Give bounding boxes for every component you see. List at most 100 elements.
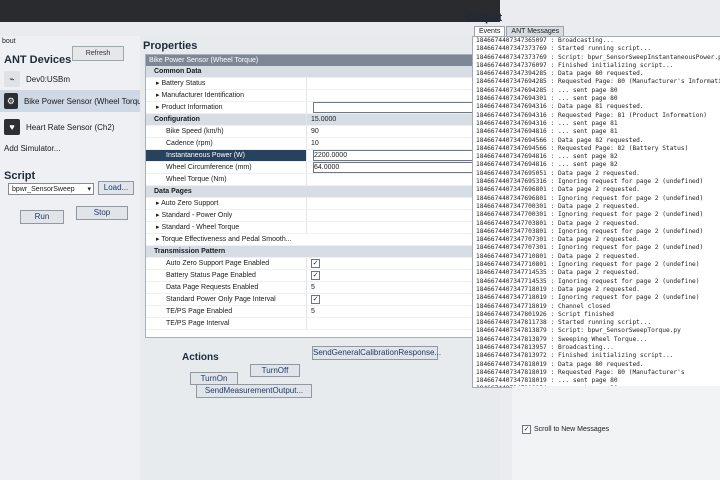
device-label: Dev0:USBm [26,74,71,84]
prop-std-power-only[interactable]: ▸ Standard - Power Only [146,210,494,222]
log-line: 1846674407347710801 : Ignoring request f… [476,261,700,269]
script-title: Script [4,170,36,182]
properties-title: Properties [143,40,198,52]
log-line: 1846674407347710801 : Data page 2 reques… [476,252,640,260]
log-line: 1846674407347696801 : Ignoring request f… [476,194,704,202]
log-line: 1846674407347714535 : Ignoring request f… [476,277,700,285]
property-grid-header: Bike Power Sensor (Wheel Torque) [146,55,494,66]
category-data-pages[interactable]: Data Pages [146,186,494,198]
prop-battery-status[interactable]: ▸ Battery Status [146,78,494,90]
tab-events[interactable]: Events [474,26,506,36]
prop-auto-zero-page[interactable]: Auto Zero Support Page Enabled ✓ [146,258,494,270]
category-transmission-pattern[interactable]: Transmission Pattern [146,246,494,258]
log-line: 1846674407347365097 : Broadcasting... [476,37,614,44]
prop-teps-interval[interactable]: TE/PS Page Interval [146,318,494,330]
log-line: 1846674407347707301 : Ignoring request f… [476,244,704,252]
script-select-value: bpwr_SensorSweep [12,186,75,193]
log-line: 1846674407347707301 : Data page 2 reques… [476,236,640,244]
instantaneous-power-input[interactable]: 2200.0000 [313,150,492,161]
prop-torque-effectiveness[interactable]: ▸ Torque Effectiveness and Pedal Smooth.… [146,234,494,246]
log-line: 1846674407347811738 : Started running sc… [476,319,652,327]
send-measurement-button[interactable]: SendMeasurementOutput... [196,384,312,398]
turn-off-button[interactable]: TurnOff [250,364,300,377]
prop-std-power-interval[interactable]: Standard Power Only Page Interval ✓ [146,294,494,306]
prop-bike-speed[interactable]: Bike Speed (km/h) 90 [146,126,494,138]
scroll-label: Scroll to New Messages [534,426,610,433]
log-line: 1846674407347694301 : ... sent page 80 [476,95,618,103]
log-line: 1846674407347714535 : Data page 2 reques… [476,269,640,277]
log-line: 1846674407347694566 : Data page 82 reque… [476,136,644,144]
category-common-data[interactable]: Common Data [146,66,494,78]
log-line: 1846674407347813879 : Script: bpwr_Senso… [476,327,681,335]
log-line: 1846674407347373769 : Script: bpwr_Senso… [476,53,720,61]
auto-zero-page-checkbox[interactable]: ✓ [311,258,320,268]
log-line: 1846674407347694316 : ... sent page 81 [476,119,618,127]
prop-wheel-circumference[interactable]: Wheel Circumference (mm) 64.0000 [146,162,494,174]
prop-manufacturer-id[interactable]: ▸ Manufacturer Identification [146,90,494,102]
output-title: Output [466,12,503,24]
scroll-checkbox[interactable]: ✓ [522,425,531,434]
heart-icon: ♥ [4,119,20,135]
log-line: 1846674407347700301 : Data page 2 reques… [476,202,640,210]
device-item-usb[interactable]: ⌁ Dev0:USBm [0,68,142,90]
device-item-heart-rate[interactable]: ♥ Heart Rate Sensor (Ch2) [0,116,142,138]
log-line: 1846674407347694816 : ... sent page 81 [476,128,618,136]
log-line: 1846674407347694566 : Requested Page: 82… [476,144,689,152]
log-line: 1846674407347694316 : Data page 81 reque… [476,103,644,111]
log-line: 1846674407347703801 : Ignoring request f… [476,227,704,235]
log-line: 1846674407347818019 : Requested Page: 80… [476,368,685,376]
device-label: Bike Power Sensor (Wheel Torque) (C [23,96,142,106]
prop-battery-page[interactable]: Battery Status Page Enabled ✓ [146,270,494,282]
actions-title: Actions [182,352,219,363]
device-label: Heart Rate Sensor (Ch2) [26,122,115,132]
prop-wheel-torque[interactable]: Wheel Torque (Nm) [146,174,494,186]
wheel-circumference-input[interactable]: 64.0000 [313,162,492,173]
refresh-button[interactable]: Refresh [72,46,124,61]
log-line: 1846674407347696801 : Data page 2 reques… [476,186,640,194]
prop-cadence[interactable]: Cadence (rpm) 10 [146,138,494,150]
scroll-to-new-option[interactable]: ✓ Scroll to New Messages [522,425,609,434]
log-line: 1846674407347813972 : Finished initializ… [476,352,674,360]
log-line: 1846674407347813879 : Sweeping Wheel Tor… [476,335,648,343]
output-tabs: Events ANT Messages [474,26,565,36]
log-line: 1846674407347694816 : ... sent page 82 [476,161,618,169]
prop-teps-enabled[interactable]: TE/PS Page Enabled 5 [146,306,494,318]
log-line: 1846674407347818019 : ... sent page 80 [476,377,618,385]
event-log[interactable]: 1846674407347365097 : Broadcasting... 184… [472,36,720,388]
run-button[interactable]: Run [20,210,64,224]
log-line: 1846674407347695316 : Ignoring request f… [476,178,704,186]
about-menu[interactable]: bout [2,38,16,45]
prop-std-wheel-torque[interactable]: ▸ Standard - Wheel Torque [146,222,494,234]
log-line: 1846674407347813957 : Broadcasting... [476,343,614,351]
load-button[interactable]: Load... [98,181,134,195]
prop-product-info[interactable]: ▸ Product Information [146,102,494,114]
chevron-down-icon: ▾ [87,186,91,193]
log-line: 1846674407347718019 : Channel closed [476,302,611,310]
log-line: 1846674407347700301 : Ignoring request f… [476,211,704,219]
device-item-bike-power[interactable]: ⚙ Bike Power Sensor (Wheel Torque) (C [0,90,142,112]
log-line: 1846674407347376097 : Finished initializ… [476,61,674,69]
ant-devices-title: ANT Devices [4,54,72,66]
log-line: 1846674407347818019 : Data page 80 reque… [476,360,644,368]
log-line: 1846674407347694285 : ... sent page 80 [476,86,618,94]
log-line: 1846674407347694316 : Requested Page: 81… [476,111,707,119]
log-line: 1846674407347694816 : ... sent page 82 [476,153,618,161]
log-line: 1846674407347394285 : Data page 80 reque… [476,70,644,78]
log-line: 1846674407347703801 : Data page 2 reques… [476,219,640,227]
log-line: 1846674407347718019 : Data page 2 reques… [476,285,640,293]
power-meter-icon: ⚙ [4,93,18,109]
battery-page-checkbox[interactable]: ✓ [311,270,320,280]
prop-dp-requests[interactable]: Data Page Requests Enabled 5 [146,282,494,294]
category-configuration[interactable]: Configuration 15.0000 [146,114,494,126]
std-power-interval-checkbox[interactable]: ✓ [311,294,320,304]
log-line: 1846674407347718019 : Ignoring request f… [476,294,700,302]
prop-auto-zero[interactable]: ▸ Auto Zero Support [146,198,494,210]
add-simulator-menu[interactable]: Add Simulator... [4,144,60,153]
prop-instantaneous-power[interactable]: Instantaneous Power (W) 2200.0000 [146,150,494,162]
send-calibration-button[interactable]: SendGeneralCalibrationResponse... [312,346,441,360]
stop-button[interactable]: Stop [76,206,128,220]
script-select[interactable]: bpwr_SensorSweep ▾ [8,183,94,195]
log-line: 1846674407347695051 : Data page 2 reques… [476,169,640,177]
tab-ant-messages[interactable]: ANT Messages [506,26,565,36]
log-line: 1846674407347694285 : Requested Page: 80… [476,78,720,86]
